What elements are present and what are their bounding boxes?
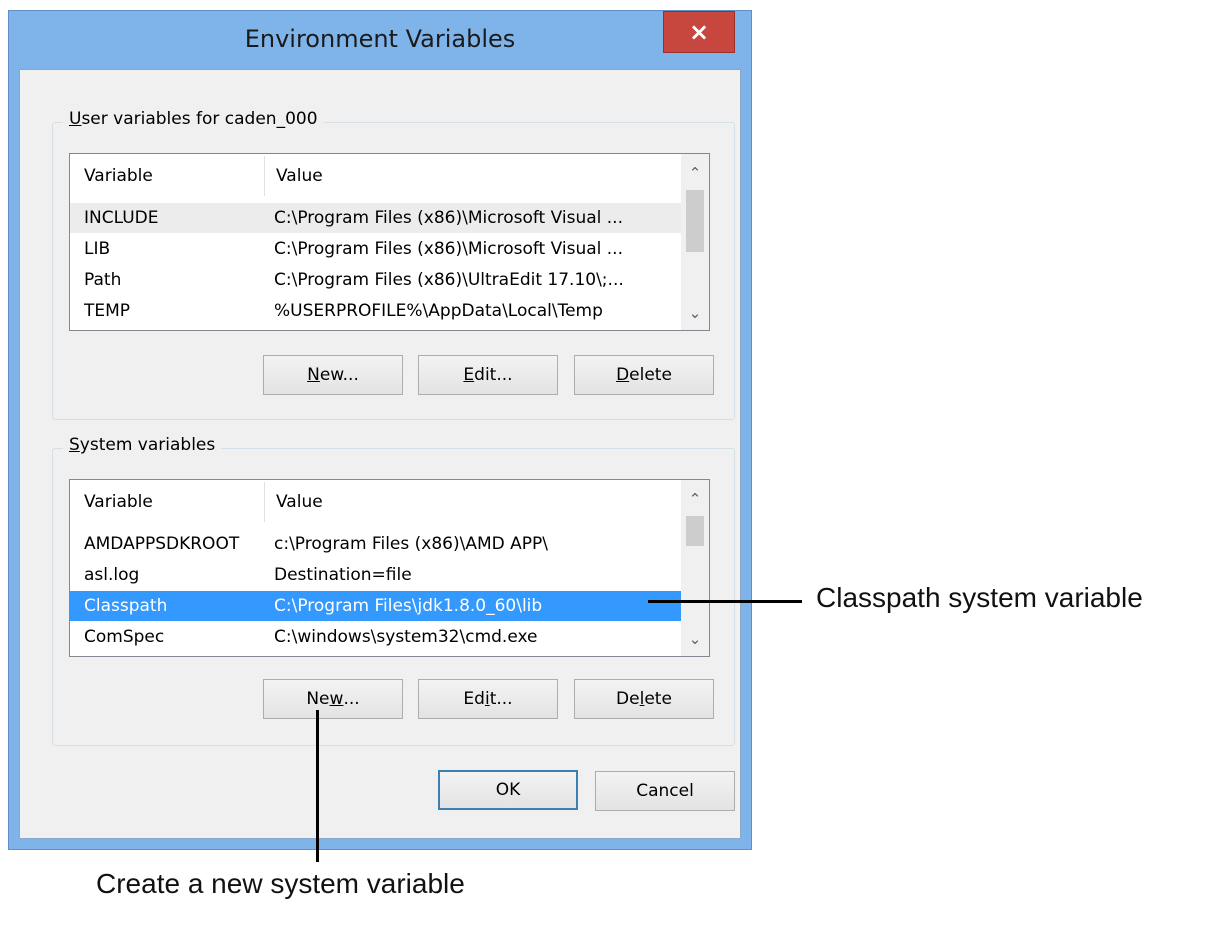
ok-button[interactable]: OK: [438, 770, 578, 810]
user-variables-list[interactable]: Variable Value INCLUDE C:\Program Files …: [69, 153, 710, 331]
variable-value: Destination=file: [274, 565, 412, 585]
variable-value: C:\Program Files (x86)\Microsoft Visual …: [274, 239, 623, 259]
dialog-body: User variables for caden_000 Variable Va…: [19, 69, 741, 839]
system-variables-group: System variables Variable Value AMDAPPSD…: [52, 435, 735, 746]
vertical-scrollbar[interactable]: ⌃ ⌄: [681, 480, 709, 656]
variable-value: C:\windows\system32\cmd.exe: [274, 627, 538, 647]
list-header: Variable Value: [70, 154, 682, 198]
variable-value: c:\Program Files (x86)\AMD APP\: [274, 534, 548, 554]
variable-name: ComSpec: [84, 627, 165, 647]
variable-name: LIB: [84, 239, 111, 259]
new-system-callout-label: Create a new system variable: [96, 868, 465, 899]
chevron-down-icon[interactable]: ⌄: [681, 300, 709, 326]
window-title: Environment Variables: [244, 25, 516, 53]
column-divider[interactable]: [264, 156, 265, 196]
system-variable-row[interactable]: AMDAPPSDKROOT c:\Program Files (x86)\AMD…: [70, 529, 682, 559]
variable-name: Classpath: [84, 596, 168, 616]
user-variable-row[interactable]: TEMP %USERPROFILE%\AppData\Local\Temp: [70, 296, 682, 326]
variable-name: INCLUDE: [84, 208, 159, 228]
new-system-callout-line: [316, 710, 319, 862]
scrollbar-thumb[interactable]: [686, 516, 704, 546]
system-variable-row[interactable]: asl.log Destination=file: [70, 560, 682, 590]
column-header-value[interactable]: Value: [276, 166, 323, 186]
close-icon: ×: [688, 18, 710, 46]
vertical-scrollbar[interactable]: ⌃ ⌄: [681, 154, 709, 330]
column-header-value[interactable]: Value: [276, 492, 323, 512]
user-variable-row[interactable]: INCLUDE C:\Program Files (x86)\Microsoft…: [70, 203, 682, 233]
variable-value: %USERPROFILE%\AppData\Local\Temp: [274, 301, 603, 321]
chevron-down-icon[interactable]: ⌄: [681, 626, 709, 652]
scrollbar-thumb[interactable]: [686, 190, 704, 252]
user-delete-button[interactable]: Delete: [574, 355, 714, 395]
environment-variables-window: Environment Variables × User variables f…: [8, 10, 752, 850]
system-delete-button[interactable]: De l ete: [574, 679, 714, 719]
classpath-callout-line: [648, 600, 802, 603]
variable-value: C:\Program Files (x86)\Microsoft Visual …: [274, 208, 623, 228]
chevron-up-icon[interactable]: ⌃: [681, 486, 709, 512]
system-variable-row[interactable]: ComSpec C:\windows\system32\cmd.exe: [70, 622, 682, 652]
user-variables-label: User variables for caden_000: [63, 109, 324, 129]
variable-value: C:\Program Files\jdk1.8.0_60\lib: [274, 596, 543, 616]
system-variables-label: System variables: [63, 435, 222, 455]
column-header-variable[interactable]: Variable: [84, 492, 153, 512]
variable-name: Path: [84, 270, 122, 290]
column-divider[interactable]: [264, 482, 265, 522]
system-variable-row-selected[interactable]: Classpath C:\Program Files\jdk1.8.0_60\l…: [70, 591, 682, 621]
close-button[interactable]: ×: [663, 11, 735, 53]
user-variables-group: User variables for caden_000 Variable Va…: [52, 109, 735, 420]
system-edit-button[interactable]: Ed i t...: [418, 679, 558, 719]
list-header: Variable Value: [70, 480, 682, 524]
title-bar[interactable]: Environment Variables ×: [9, 11, 751, 69]
variable-value: C:\Program Files (x86)\UltraEdit 17.10\;…: [274, 270, 624, 290]
variable-name: AMDAPPSDKROOT: [84, 534, 240, 554]
chevron-up-icon[interactable]: ⌃: [681, 160, 709, 186]
variable-name: TEMP: [84, 301, 131, 321]
user-new-button[interactable]: New...: [263, 355, 403, 395]
user-edit-button[interactable]: Edit...: [418, 355, 558, 395]
cancel-button[interactable]: Cancel: [595, 771, 735, 811]
system-variables-list[interactable]: Variable Value AMDAPPSDKROOT c:\Program …: [69, 479, 710, 657]
user-variable-row[interactable]: Path C:\Program Files (x86)\UltraEdit 17…: [70, 265, 682, 295]
variable-name: asl.log: [84, 565, 140, 585]
column-header-variable[interactable]: Variable: [84, 166, 153, 186]
classpath-callout-label: Classpath system variable: [816, 582, 1143, 613]
user-variable-row[interactable]: LIB C:\Program Files (x86)\Microsoft Vis…: [70, 234, 682, 264]
system-new-button[interactable]: Ne w...: [263, 679, 403, 719]
